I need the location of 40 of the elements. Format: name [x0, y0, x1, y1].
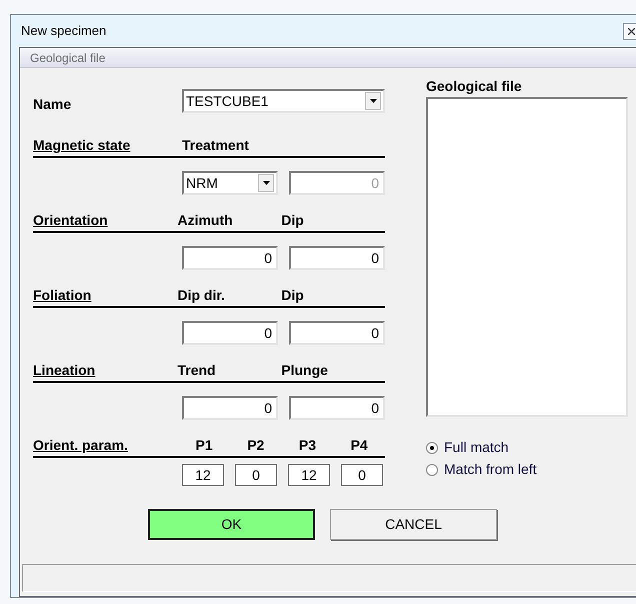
- close-icon: [628, 28, 634, 34]
- column-label: Dip dir.: [177, 286, 226, 305]
- dialog-button[interactable]: OK: [148, 509, 315, 540]
- column-label: P2: [246, 436, 266, 455]
- window-title: New specimen: [21, 22, 106, 40]
- input-field[interactable]: 0: [341, 464, 383, 486]
- dialog-button[interactable]: CANCEL: [330, 509, 497, 540]
- column-label: Trend: [177, 361, 217, 380]
- input-field[interactable]: 0: [289, 396, 385, 420]
- column-label: Treatment: [182, 136, 250, 155]
- menu-item[interactable]: Geological file: [30, 48, 106, 66]
- column-label: Dip: [281, 286, 305, 305]
- input-field[interactable]: 0: [182, 246, 278, 270]
- list-title: Geological file: [426, 77, 523, 96]
- column-label: P1: [194, 436, 214, 455]
- input-field[interactable]: 0: [182, 321, 278, 345]
- radio-option[interactable]: Full match: [426, 437, 628, 458]
- field-label: Name: [33, 95, 72, 114]
- name-combobox[interactable]: TESTCUBE1: [182, 89, 385, 113]
- input-field[interactable]: 0: [289, 321, 385, 345]
- input-field[interactable]: 12: [182, 464, 224, 486]
- dropdown-arrow-icon: [370, 99, 376, 103]
- section-label: Magnetic state: [33, 136, 132, 155]
- input-field[interactable]: 0: [289, 246, 385, 270]
- column-label: P4: [350, 436, 369, 455]
- column-label: Dip: [281, 211, 305, 230]
- section-label: Foliation: [33, 286, 92, 305]
- radio-option[interactable]: Match from left: [426, 459, 628, 480]
- dropdown-arrow-icon: [262, 181, 270, 185]
- section-label: Orient. param.: [33, 436, 129, 455]
- column-label: Plunge: [281, 361, 329, 380]
- input-field[interactable]: 0: [235, 464, 277, 486]
- close-button[interactable]: [623, 22, 636, 40]
- section-label: Orientation: [33, 211, 109, 230]
- column-label: Azimuth: [177, 211, 234, 230]
- treatment-select[interactable]: NRM: [182, 171, 278, 195]
- column-label: P3: [298, 436, 318, 455]
- section-label: Lineation: [33, 361, 96, 380]
- input-field[interactable]: 0: [182, 396, 278, 420]
- input-field[interactable]: 12: [288, 464, 330, 486]
